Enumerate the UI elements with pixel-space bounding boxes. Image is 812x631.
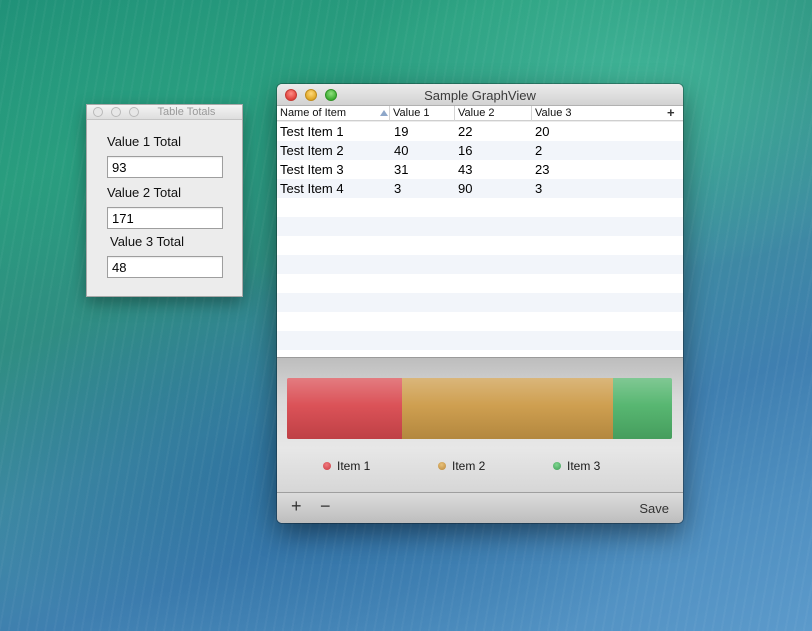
value2-total-field[interactable]: 171 <box>107 207 223 229</box>
cell-value2: 90 <box>458 181 473 196</box>
bar-segment-3 <box>613 378 672 439</box>
cell-value3: 3 <box>535 181 543 196</box>
cell-name: Test Item 3 <box>280 162 344 177</box>
bar-segment-2 <box>402 378 613 439</box>
sample-graphview-window: Sample GraphView Name of Item Value 1 Va… <box>277 84 683 523</box>
column-header-name[interactable]: Name of Item <box>277 106 390 121</box>
empty-row <box>277 255 683 274</box>
table-row[interactable]: Test Item 1 19 22 20 <box>277 122 683 141</box>
legend-label: Item 2 <box>452 459 486 473</box>
empty-row <box>277 312 683 331</box>
add-item-button[interactable]: + <box>291 496 302 517</box>
empty-row <box>277 293 683 312</box>
column-header-value1[interactable]: Value 1 <box>390 106 455 121</box>
legend-label: Item 3 <box>567 459 601 473</box>
sort-ascending-icon <box>380 110 388 116</box>
column-header-value3[interactable]: Value 3 <box>532 106 667 121</box>
table-row[interactable]: Test Item 3 31 43 23 <box>277 160 683 179</box>
bottom-toolbar: + − Save <box>277 492 683 523</box>
empty-row <box>277 217 683 236</box>
cell-name: Test Item 1 <box>280 124 344 139</box>
cell-value3: 2 <box>535 143 543 158</box>
legend-dot-gold <box>438 462 446 470</box>
bar-segment-1 <box>287 378 402 439</box>
add-column-icon[interactable]: + <box>667 105 675 120</box>
totals-titlebar[interactable]: Table Totals <box>87 105 242 120</box>
empty-row <box>277 236 683 255</box>
column-header-value2[interactable]: Value 2 <box>455 106 532 121</box>
table-totals-window: Table Totals Value 1 Total 93 Value 2 To… <box>86 104 243 297</box>
totals-window-title: Table Totals <box>157 106 216 118</box>
save-button[interactable]: Save <box>639 501 669 516</box>
cell-value3: 23 <box>535 162 550 177</box>
cell-name: Test Item 4 <box>280 181 344 196</box>
cell-value1: 31 <box>394 162 409 177</box>
empty-row <box>277 350 683 357</box>
cell-value2: 22 <box>458 124 473 139</box>
value3-total-label: Value 3 Total <box>110 234 184 249</box>
legend-dot-red <box>323 462 331 470</box>
main-titlebar[interactable]: Sample GraphView <box>277 84 683 106</box>
value1-total-label: Value 1 Total <box>107 134 181 149</box>
table-row[interactable]: Test Item 2 40 16 2 <box>277 141 683 160</box>
window-title: Sample GraphView <box>424 88 536 103</box>
value1-total-field[interactable]: 93 <box>107 156 223 178</box>
value3-total-field[interactable]: 48 <box>107 256 223 278</box>
table-header: Name of Item Value 1 Value 2 Value 3 + <box>277 105 683 121</box>
legend-item-3: Item 3 <box>553 459 600 473</box>
cell-value1: 3 <box>394 181 402 196</box>
cell-name: Test Item 2 <box>280 143 344 158</box>
legend-item-2: Item 2 <box>438 459 485 473</box>
value2-total-label: Value 2 Total <box>107 185 181 200</box>
cell-value2: 43 <box>458 162 473 177</box>
empty-row <box>277 331 683 350</box>
legend-item-1: Item 1 <box>323 459 370 473</box>
stacked-bar <box>287 378 672 439</box>
cell-value2: 16 <box>458 143 473 158</box>
cell-value1: 40 <box>394 143 409 158</box>
cell-value3: 20 <box>535 124 550 139</box>
graph-view: Item 1 Item 2 Item 3 <box>277 357 683 492</box>
legend-label: Item 1 <box>337 459 371 473</box>
items-table[interactable]: Test Item 1 19 22 20 Test Item 2 40 16 2… <box>277 122 683 357</box>
empty-row <box>277 198 683 217</box>
table-row[interactable]: Test Item 4 3 90 3 <box>277 179 683 198</box>
remove-item-button[interactable]: − <box>320 496 331 517</box>
cell-value1: 19 <box>394 124 409 139</box>
empty-row <box>277 274 683 293</box>
legend-dot-green <box>553 462 561 470</box>
